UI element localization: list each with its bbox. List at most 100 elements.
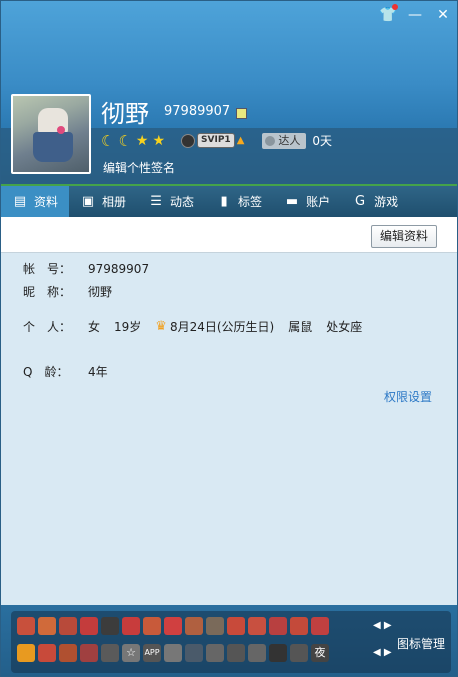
app-icon-27[interactable]: [206, 644, 224, 662]
app-bar: ☆ APP 夜 ◀ ▶ ◀ ▶ 图标管理: [1, 605, 457, 676]
skin-icon[interactable]: 👕: [379, 4, 398, 23]
tab-label: 相册: [102, 195, 127, 209]
app-icon-25[interactable]: [164, 644, 182, 662]
minimize-icon[interactable]: —: [407, 7, 423, 23]
app-icon-13[interactable]: [269, 617, 287, 635]
moon-icon: ☾: [118, 131, 132, 150]
app-icon-10[interactable]: [206, 617, 224, 635]
app-icon-24[interactable]: APP: [143, 644, 161, 662]
edit-pen-icon[interactable]: [236, 108, 247, 119]
tab-label: 资料: [34, 195, 59, 209]
app-icon-2[interactable]: [38, 617, 56, 635]
tag-icon: ▮: [220, 193, 228, 209]
birthday-crown-icon: ♛: [155, 319, 167, 334]
app-row-2: ☆ APP 夜: [17, 644, 329, 662]
star-icon: ★: [135, 132, 149, 149]
app-icon-4[interactable]: [80, 617, 98, 635]
avatar[interactable]: [11, 94, 91, 174]
account-label: 帐 号：: [23, 262, 72, 276]
app-icon-32[interactable]: 夜: [311, 644, 329, 662]
qage-value: 4年: [88, 365, 108, 379]
feed-icon: ☰: [150, 193, 162, 209]
wallet-icon: ▬: [285, 193, 299, 209]
profile-content: 编辑资料 帐 号： 97989907 昵 称： 彻野 个 人： 女 19岁 ♛ …: [1, 217, 457, 605]
row2-arrows[interactable]: ◀ ▶: [373, 647, 392, 658]
profile-window: 👕 — ✕ 彻野 97989907 ☾ ☾ ★ ★ SVIP1 ▲ 达人 0天: [0, 0, 458, 677]
app-icon-7[interactable]: [143, 617, 161, 635]
app-icon-15[interactable]: [311, 617, 329, 635]
tab-label: 账户: [306, 195, 331, 209]
gender-value: 女: [88, 320, 101, 334]
signature-edit[interactable]: 编辑个性签名: [103, 159, 175, 176]
app-icon-29[interactable]: [248, 644, 266, 662]
nick-label: 昵 称：: [23, 285, 72, 299]
tab-tags[interactable]: ▮ 标签: [205, 186, 273, 217]
daren-days: 0天: [312, 134, 333, 148]
app-icon-23[interactable]: ☆: [122, 644, 140, 662]
account-row: 帐 号： 97989907: [23, 260, 149, 277]
svip-badge[interactable]: SVIP1 ▲: [181, 133, 244, 148]
avatar-figure-skirt: [33, 132, 73, 162]
window-controls: 👕 — ✕: [379, 4, 451, 23]
game-icon: G: [355, 193, 366, 209]
app-icon-20[interactable]: [59, 644, 77, 662]
nick-row: 昵 称： 彻野: [23, 283, 112, 300]
qage-row: Q 龄： 4年: [23, 363, 108, 380]
daren-label: 达人: [262, 132, 307, 149]
personal-label: 个 人：: [23, 320, 72, 334]
tab-account[interactable]: ▬ 账户: [273, 186, 341, 217]
app-icon-21[interactable]: [80, 644, 98, 662]
edit-profile-button[interactable]: 编辑资料: [370, 225, 437, 248]
tab-album[interactable]: ▣ 相册: [69, 186, 137, 217]
qq-number: 97989907: [164, 104, 231, 119]
nick-value: 彻野: [88, 285, 113, 299]
star-icon: ★: [152, 132, 166, 149]
app-icon-22[interactable]: [101, 644, 119, 662]
app-icon-9[interactable]: [185, 617, 203, 635]
zodiac-value: 处女座: [326, 320, 363, 334]
app-icon-5[interactable]: [101, 617, 119, 635]
level-up-icon: ▲: [236, 135, 245, 146]
close-icon[interactable]: ✕: [435, 7, 451, 23]
profile-card-icon: ▤: [13, 193, 27, 209]
profile-header: 👕 — ✕ 彻野 97989907 ☾ ☾ ★ ★ SVIP1 ▲ 达人 0天: [1, 1, 457, 184]
row1-arrows[interactable]: ◀ ▶: [373, 620, 392, 631]
zodiac-animal-value: 属鼠: [288, 320, 313, 334]
app-icon-1[interactable]: [17, 617, 35, 635]
personal-row: 个 人： 女 19岁 ♛ 8月24日(公历生日) 属鼠 处女座: [23, 318, 362, 335]
level-badges: ☾ ☾ ★ ★ SVIP1 ▲ 达人 0天: [101, 132, 332, 149]
app-icon-19[interactable]: [38, 644, 56, 662]
app-icon-grid: ☆ APP 夜 ◀ ▶ ◀ ▶ 图标管理: [11, 611, 451, 673]
account-value: 97989907: [88, 261, 150, 276]
app-icon-14[interactable]: [290, 617, 308, 635]
app-icon-30[interactable]: [269, 644, 287, 662]
app-icon-11[interactable]: [227, 617, 245, 635]
nickname: 彻野: [101, 100, 149, 128]
icon-manage-button[interactable]: 图标管理: [397, 635, 445, 652]
birthday-value: 8月24日(公历生日): [169, 320, 275, 334]
app-icon-3[interactable]: [59, 617, 77, 635]
penguin-icon: [181, 133, 196, 148]
avatar-flower: [57, 126, 65, 134]
app-icon-6[interactable]: [122, 617, 140, 635]
app-icon-26[interactable]: [185, 644, 203, 662]
moon-icon: ☾: [101, 131, 115, 150]
age-value: 19岁: [114, 320, 142, 334]
qage-label: Q 龄：: [23, 365, 69, 379]
tab-bar: ▤ 资料 ▣ 相册 ☰ 动态 ▮ 标签 ▬ 账户 G 游戏: [1, 184, 457, 217]
tab-label: 游戏: [374, 195, 399, 209]
album-icon: ▣: [81, 193, 95, 209]
app-icon-31[interactable]: [290, 644, 308, 662]
tab-label: 动态: [170, 195, 195, 209]
app-icon-12[interactable]: [248, 617, 266, 635]
notification-dot: [392, 4, 398, 10]
permission-settings-link[interactable]: 权限设置: [384, 388, 432, 405]
tab-games[interactable]: G 游戏: [341, 186, 409, 217]
tab-feed[interactable]: ☰ 动态: [137, 186, 205, 217]
tab-profile[interactable]: ▤ 资料: [1, 186, 70, 217]
app-icon-8[interactable]: [164, 617, 182, 635]
tab-label: 标签: [238, 195, 263, 209]
app-icon-28[interactable]: [227, 644, 245, 662]
daren-badge[interactable]: 达人 0天: [262, 132, 332, 149]
app-icon-18[interactable]: [17, 644, 35, 662]
